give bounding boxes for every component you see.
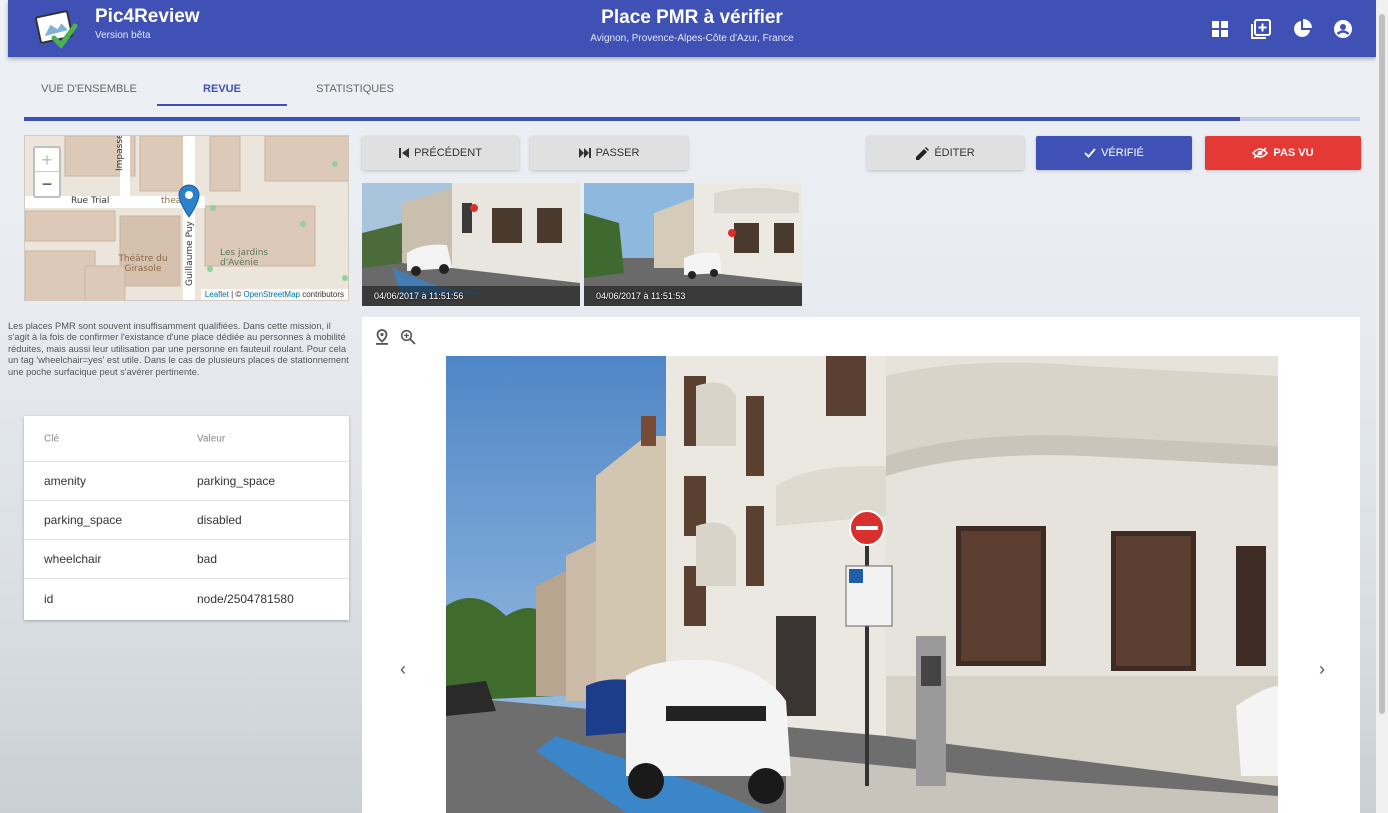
mission-description: Les places PMR sont souvent insuffisamme… (8, 321, 349, 377)
previous-button[interactable]: PRÉCÉDENT (362, 136, 519, 170)
header-value: Valeur (197, 433, 226, 444)
osm-link[interactable]: OpenStreetMap (243, 290, 299, 299)
map-street-label: Impasse Trial (115, 135, 125, 171)
fast-forward-icon (578, 148, 591, 158)
app-bar: Pic4Review Version bêta Place PMR à véri… (8, 0, 1376, 57)
tab-statistics[interactable]: STATISTIQUES (290, 83, 420, 95)
mission-location: Avignon, Provence-Alpes-Côte d'Azur, Fra… (590, 33, 794, 44)
table-row: id node/2504781580 (24, 579, 349, 618)
not-seen-button[interactable]: PAS VU (1205, 136, 1361, 170)
table-row: wheelchair bad (24, 540, 349, 579)
street-photo-image (446, 356, 1278, 813)
map-poi-label: Théâtre du Girasole (118, 254, 168, 274)
tag-value: parking_space (197, 474, 276, 488)
zoom-in-button[interactable]: + (35, 148, 59, 172)
skip-previous-icon (399, 148, 410, 158)
map-attribution: Leaflet | © OpenStreetMap contributors (200, 289, 348, 300)
map-marker-icon[interactable] (177, 184, 201, 218)
tag-value: bad (197, 552, 218, 566)
verified-button[interactable]: VÉRIFIÉ (1036, 136, 1192, 170)
eye-off-icon (1252, 147, 1269, 159)
tag-key: id (44, 591, 54, 606)
not-seen-label: PAS VU (1273, 147, 1314, 159)
thumbnail-image (362, 183, 580, 306)
scrollbar-thumb[interactable] (1379, 14, 1385, 714)
skip-button[interactable]: PASSER (530, 136, 688, 170)
map-poi-label: Les jardins d'Avènie (220, 248, 269, 268)
pencil-icon (916, 146, 930, 160)
tags-table: Clé Valeur amenity parking_space parking… (24, 416, 349, 620)
edit-label: ÉDITER (934, 147, 975, 159)
previous-photo-arrow[interactable]: ‹ (393, 659, 413, 680)
thumbnail-timestamp: 04/06/2017 à 11:51:56 (374, 291, 464, 301)
edit-button[interactable]: ÉDITER (867, 136, 1024, 170)
locate-marker-icon[interactable] (374, 329, 390, 345)
previous-label: PRÉCÉDENT (414, 147, 482, 159)
verified-label: VÉRIFIÉ (1101, 147, 1144, 159)
table-row: parking_space disabled (24, 501, 349, 540)
location-map[interactable]: + − Rue Trial Impasse Trial Guillaume Pu… (24, 135, 349, 301)
street-level-photo[interactable] (446, 356, 1278, 813)
map-street-label: Rue Trial (71, 196, 110, 206)
thumbnail-image (584, 183, 802, 306)
tab-review[interactable]: REVUE (157, 83, 287, 95)
tag-key: amenity (44, 474, 87, 488)
next-photo-arrow[interactable]: › (1312, 659, 1332, 680)
table-row: amenity parking_space (24, 462, 349, 501)
account-circle-icon[interactable] (1331, 17, 1354, 40)
skip-label: PASSER (595, 147, 640, 159)
check-icon (1084, 148, 1096, 158)
tag-key: parking_space (44, 513, 123, 527)
photo-thumbnail[interactable]: 04/06/2017 à 11:51:53 (584, 183, 802, 306)
add-box-icon[interactable] (1249, 17, 1272, 40)
top-toolbar (1208, 17, 1354, 40)
leaflet-link[interactable]: Leaflet (205, 290, 229, 299)
map-street-label: Guillaume Puy (185, 221, 195, 286)
progress-bar (24, 117, 1240, 121)
active-tab-indicator (157, 104, 287, 106)
zoom-out-button[interactable]: − (35, 172, 59, 196)
mission-title: Place PMR à vérifier (601, 7, 783, 28)
tag-key: wheelchair (44, 552, 102, 566)
tag-value: node/2504781580 (197, 591, 294, 606)
map-zoom-control: + − (33, 146, 61, 198)
zoom-in-icon[interactable] (400, 329, 416, 345)
pie-chart-icon[interactable] (1290, 17, 1313, 40)
grid-icon[interactable] (1208, 17, 1231, 40)
header-key: Clé (44, 433, 60, 444)
tag-value: disabled (197, 513, 242, 527)
photo-thumbnail[interactable]: 04/06/2017 à 11:51:56 (362, 183, 580, 306)
tab-overview[interactable]: VUE D'ENSEMBLE (24, 83, 154, 95)
thumbnail-timestamp: 04/06/2017 à 11:51:53 (596, 291, 686, 301)
photo-viewer: ‹ › (362, 317, 1360, 813)
page-scrollbar[interactable] (1376, 0, 1388, 813)
tags-table-header: Clé Valeur (24, 416, 349, 462)
